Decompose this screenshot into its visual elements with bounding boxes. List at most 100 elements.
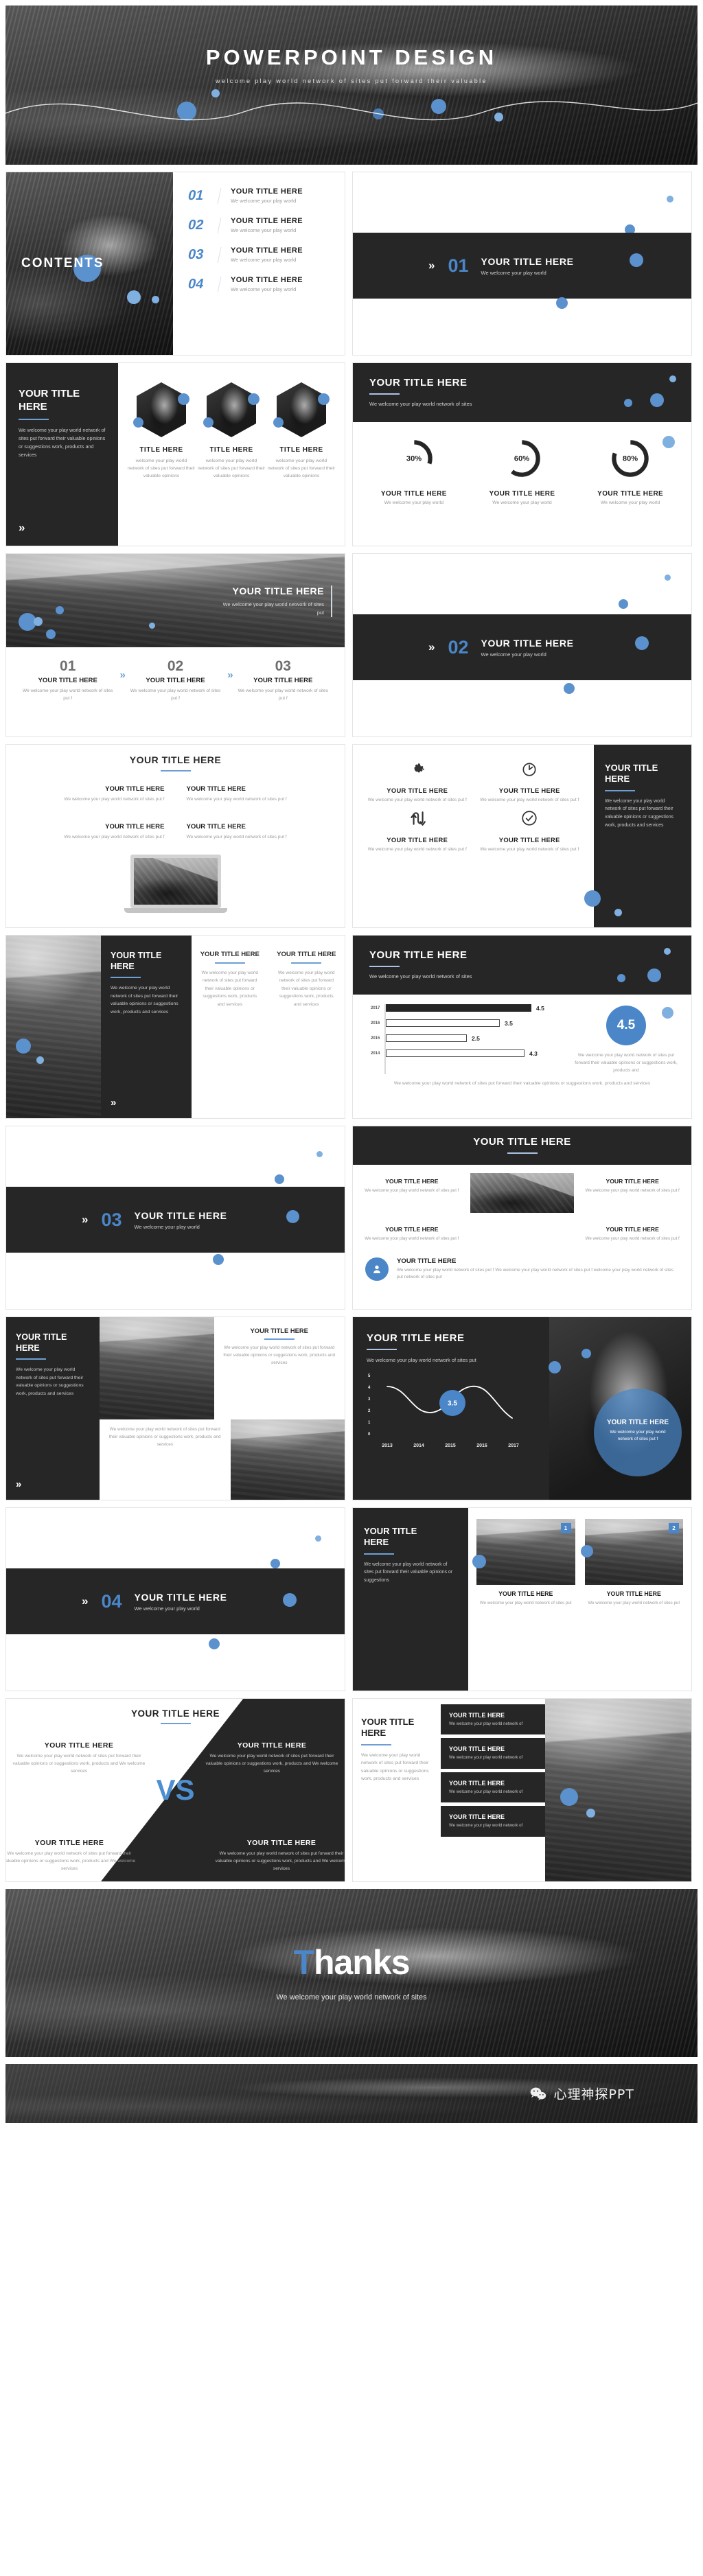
decor-dot xyxy=(248,393,260,405)
toc-item[interactable]: 04 YOUR TITLE HERE We welcome your play … xyxy=(186,276,334,292)
divider-number: 02 xyxy=(448,636,469,658)
decor-dot xyxy=(149,623,155,629)
icon-feature-cell[interactable]: YOUR TITLE HERE We welcome your play wor… xyxy=(364,760,471,804)
icon-feature-cell[interactable]: YOUR TITLE HERE We welcome your play wor… xyxy=(476,760,584,804)
feature-subtitle: We welcome your play world network of si… xyxy=(64,834,165,839)
toc-item[interactable]: 01 YOUR TITLE HERE We welcome your play … xyxy=(186,187,334,204)
svg-text:4: 4 xyxy=(368,1386,371,1390)
team-intro-panel: YOUR TITLE HERE We welcome your play worl… xyxy=(6,363,118,546)
feature-title: YOUR TITLE HERE xyxy=(498,787,560,794)
feature-title: YOUR TITLE HERE xyxy=(387,787,448,794)
decor-dot xyxy=(630,253,643,267)
panel-title: YOUR TITLE HERE xyxy=(364,1526,417,1548)
deck-row-10: YOUR TITLE HERE YOUR TITLE HERE We welco… xyxy=(0,1698,703,1889)
divider-subtitle: We welcome your play world xyxy=(134,1605,200,1612)
step-number: 02 xyxy=(167,658,184,674)
decor-dot xyxy=(647,968,661,982)
footer-watermark-bar: 心理神探PPT xyxy=(5,2064,698,2123)
slide-numbered-cards: YOUR TITLE HERE We welcome your play worl… xyxy=(352,1507,692,1691)
line-chart-plot: 5 4 3 2 1 0 3.5 2013 2014 2015 2016 2017 xyxy=(368,1374,519,1448)
toc-item[interactable]: 03 YOUR TITLE HERE We welcome your play … xyxy=(186,246,334,263)
step-item[interactable]: 02 YOUR TITLE HERE We welcome your play … xyxy=(124,658,227,702)
dark-list-item[interactable]: YOUR TITLE HERE We welcome your play wor… xyxy=(441,1772,545,1803)
vs-title: YOUR TITLE HERE xyxy=(44,1741,114,1750)
laptop-feature-cell: YOUR TITLE HERE We welcome your play wor… xyxy=(6,776,176,813)
decor-dot xyxy=(619,599,628,609)
team-member[interactable]: TITLE HERE welcome your play world netwo… xyxy=(197,382,266,480)
card-subtitle: We welcome your play world network of si… xyxy=(365,1188,459,1193)
image-card[interactable] xyxy=(470,1173,575,1213)
numbered-card[interactable]: 2 YOUR TITLE HERE We welcome your play w… xyxy=(580,1519,683,1607)
image-card[interactable]: YOUR TITLE HERE We welcome your play wor… xyxy=(360,1221,464,1242)
contents-label: CONTENTS xyxy=(21,256,104,270)
laptop-slide-title: YOUR TITLE HERE xyxy=(129,754,222,765)
icon-feature-cell[interactable]: YOUR TITLE HERE We welcome your play wor… xyxy=(364,809,471,853)
accent-rule xyxy=(369,966,400,967)
decor-dot xyxy=(614,909,622,916)
bar-outline xyxy=(386,1034,467,1042)
laptop-feature-cell: YOUR TITLE HERE We welcome your play wor… xyxy=(176,776,345,813)
slide-dark-list: YOUR TITLE HERE We welcome your play worl… xyxy=(352,1698,692,1882)
item-title: YOUR TITLE HERE xyxy=(449,1779,505,1787)
member-avatar xyxy=(207,382,256,437)
slide-divider-01: » 01 YOUR TITLE HERE We welcome your pla… xyxy=(352,172,692,356)
image-card[interactable]: YOUR TITLE HERE We welcome your play wor… xyxy=(580,1173,684,1213)
icon-feature-cell[interactable]: YOUR TITLE HERE We welcome your play wor… xyxy=(476,809,584,853)
chevron-right-icon: » xyxy=(82,1594,89,1608)
team-member[interactable]: TITLE HERE welcome your play world netwo… xyxy=(127,382,196,480)
donut-value-label: 80% xyxy=(623,455,638,463)
line-chart-callout: YOUR TITLE HERE We welcome your play wor… xyxy=(594,1389,682,1476)
cover-text-block: POWERPOINT DESIGN welcome play world net… xyxy=(5,45,698,84)
laptop-feature-cell: YOUR TITLE HERE We welcome your play wor… xyxy=(176,813,345,851)
decor-dot xyxy=(56,606,64,614)
exchange-arrows-icon xyxy=(411,811,426,826)
bar-chart-header: YOUR TITLE HERE We welcome your play wor… xyxy=(353,936,691,995)
dark-list-item[interactable]: YOUR TITLE HERE We welcome your play wor… xyxy=(441,1704,545,1735)
step-item[interactable]: 01 YOUR TITLE HERE We welcome your play … xyxy=(16,658,119,702)
vs-mark: VS xyxy=(156,1774,195,1806)
toc-subtitle: We welcome your play world xyxy=(231,227,297,233)
line-chart-body: YOUR TITLE HERE We welcome your play wor… xyxy=(353,1317,570,1470)
deck-row-5: YOUR TITLE HERE YOUR TITLE HERE We welco… xyxy=(0,744,703,935)
bar-chart-title: YOUR TITLE HERE xyxy=(369,949,468,961)
accent-rule xyxy=(364,1553,394,1555)
decor-dot xyxy=(650,393,664,407)
deck-row-7: » 03 YOUR TITLE HERE We welcome your pla… xyxy=(0,1126,703,1316)
numbered-card[interactable]: 1 YOUR TITLE HERE We welcome your play w… xyxy=(472,1519,575,1607)
photo-text-image xyxy=(6,936,101,1118)
dark-list-item[interactable]: YOUR TITLE HERE We welcome your play wor… xyxy=(441,1806,545,1837)
item-subtitle: We welcome your play world network of xyxy=(449,1721,523,1726)
svg-text:2016: 2016 xyxy=(476,1443,487,1448)
decor-dot xyxy=(580,1544,593,1557)
member-name: TITLE HERE xyxy=(279,446,323,454)
user-icon xyxy=(365,1257,389,1281)
step-item[interactable]: 03 YOUR TITLE HERE We welcome your play … xyxy=(231,658,335,702)
steps-hero-caption: YOUR TITLE HERE We welcome your play wor… xyxy=(221,585,332,617)
slide-deck: POWERPOINT DESIGN welcome play world net… xyxy=(0,5,703,2123)
decor-dot xyxy=(586,1809,595,1818)
image-card[interactable]: YOUR TITLE HERE We welcome your play wor… xyxy=(580,1221,684,1242)
image-card[interactable]: YOUR TITLE HERE We welcome your play wor… xyxy=(360,1173,464,1213)
decor-dot xyxy=(581,1349,591,1358)
donut-sublabel: We welcome your play world xyxy=(600,500,660,505)
feature-title: YOUR TITLE HERE xyxy=(105,822,165,831)
item-title: YOUR TITLE HERE xyxy=(449,1745,505,1753)
decor-dot xyxy=(133,417,143,428)
grid-text-cell: We welcome your play world network of si… xyxy=(100,1419,231,1500)
feature-subtitle: We welcome your play world network of si… xyxy=(367,798,467,802)
member-avatar xyxy=(137,382,186,437)
donut-sublabel: We welcome your play world xyxy=(384,500,444,505)
accent-rule xyxy=(367,1349,397,1350)
divider-title: YOUR TITLE HERE xyxy=(481,255,574,267)
decor-dot xyxy=(178,393,189,405)
divider-title: YOUR TITLE HERE xyxy=(134,1591,227,1603)
photo-text-dark-panel: YOUR TITLE HERE We welcome your play worl… xyxy=(101,936,192,1118)
column-title: YOUR TITLE HERE xyxy=(200,951,260,958)
vs-heading-block: YOUR TITLE HERE xyxy=(6,1708,345,1724)
dark-list-item[interactable]: YOUR TITLE HERE We welcome your play wor… xyxy=(441,1738,545,1769)
team-member[interactable]: TITLE HERE welcome your play world netwo… xyxy=(267,382,336,480)
accent-rule xyxy=(369,393,400,395)
feature-subtitle: We welcome your play world network of si… xyxy=(186,797,287,802)
toc-item[interactable]: 02 YOUR TITLE HERE We welcome your play … xyxy=(186,217,334,233)
feature-title: YOUR TITLE HERE xyxy=(498,836,560,844)
